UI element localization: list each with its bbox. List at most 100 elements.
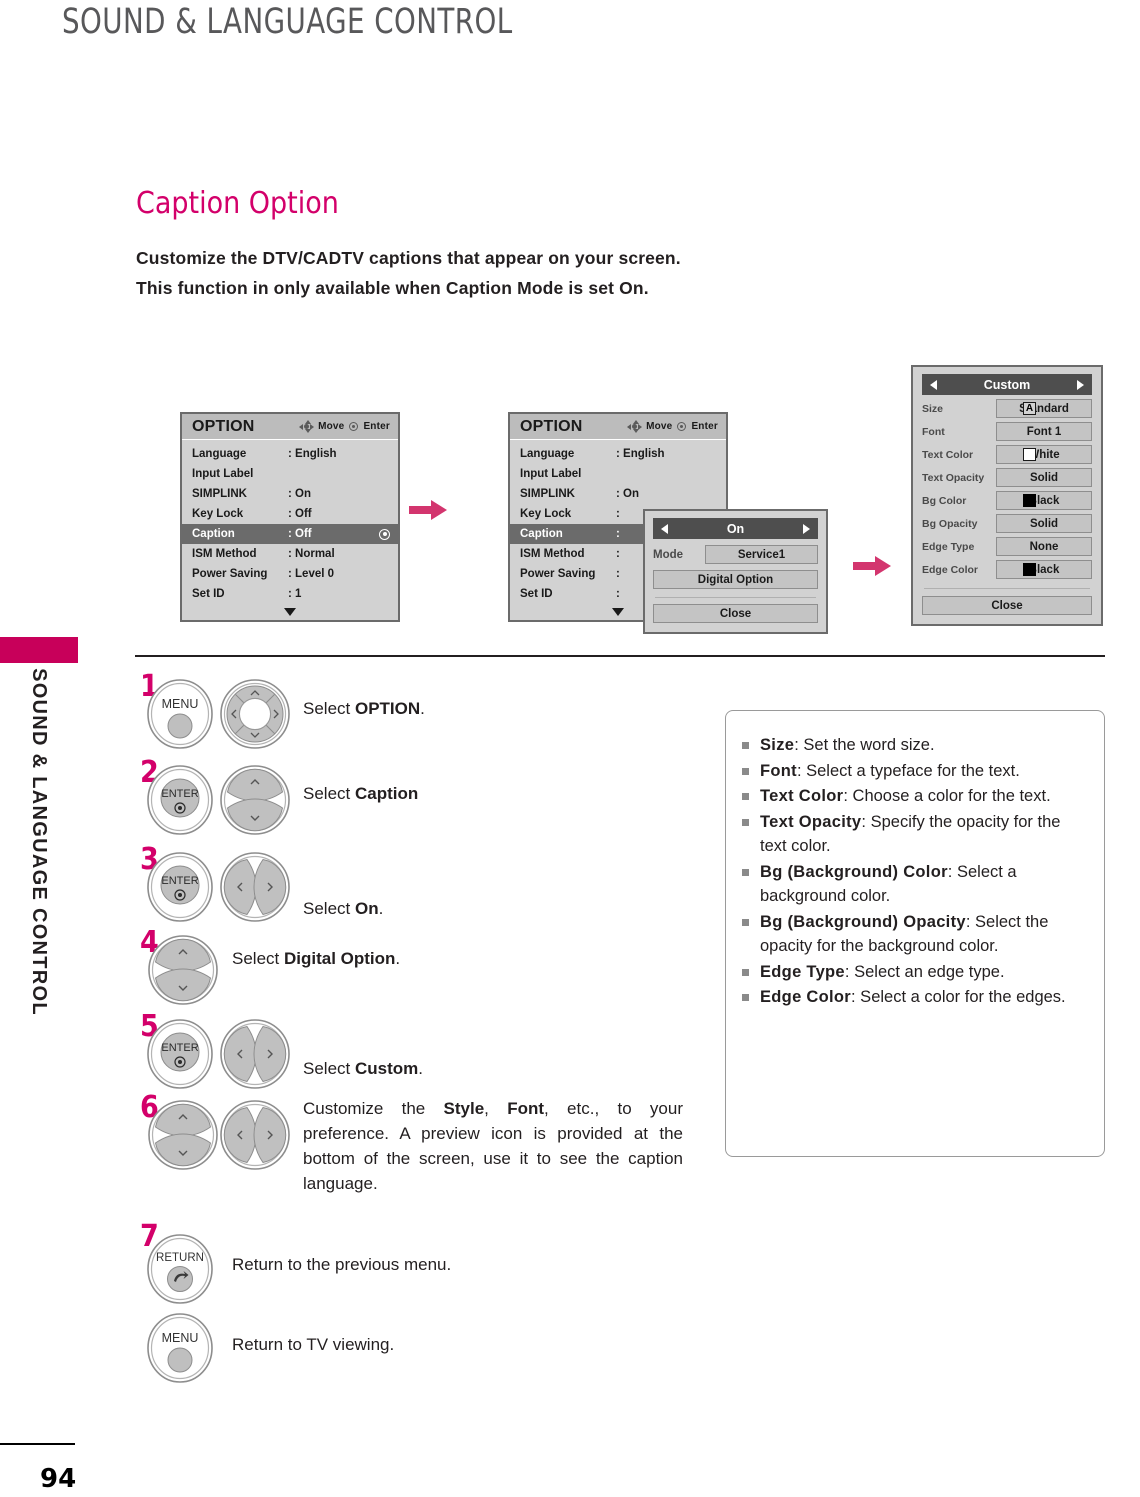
flow-arrow-2-icon: [853, 555, 893, 577]
custom-value-bg-color[interactable]: Black: [996, 491, 1092, 510]
osd1-title: OPTION: [192, 417, 255, 435]
osd1-row-ism-method[interactable]: ISM Method: Normal: [182, 544, 398, 564]
key-updown-6[interactable]: [146, 1099, 220, 1176]
intro-l2-e: .: [643, 278, 649, 298]
osd1-row-input-label[interactable]: Input Label: [182, 464, 398, 484]
arrow-left-icon[interactable]: [930, 379, 937, 390]
custom-label-text-color: Text Color: [922, 448, 974, 461]
osd1-row-caption[interactable]: Caption: Off: [182, 524, 398, 544]
step-2-keyword: Caption: [354, 784, 419, 803]
section-title: Caption Option: [136, 186, 339, 221]
step-2-text: Select Caption: [303, 781, 643, 806]
osd2-move-label: Move: [646, 421, 673, 432]
flow-arrow-1-icon: [409, 499, 449, 521]
step-6-text: Customize the Style, Font, etc., to your…: [303, 1096, 683, 1196]
osd1-row-simplink[interactable]: SIMPLINK: On: [182, 484, 398, 504]
content-divider: [135, 655, 1105, 657]
custom-value-text-color[interactable]: White: [996, 445, 1092, 464]
sidebar-vertical-title: SOUND & LANGUAGE CONTROL: [28, 668, 50, 1016]
caption-mode-value[interactable]: Service1: [705, 545, 818, 564]
key-enter-2[interactable]: ENTER: [146, 764, 214, 841]
custom-value-edge-color[interactable]: Black: [996, 560, 1092, 579]
osd1-header: OPTION Move Enter: [182, 414, 398, 440]
osd1-row-language[interactable]: Language: English: [182, 444, 398, 464]
key-menu-1[interactable]: MENU: [146, 678, 214, 755]
custom-label-font: Font: [922, 425, 945, 438]
step-1-prefix: Select: [303, 699, 355, 718]
info-desc-font: : Select a typeface for the text.: [796, 761, 1020, 780]
osd2-label-power-saving: Power Saving: [520, 568, 596, 580]
key-dpad-1[interactable]: [218, 678, 292, 755]
custom-popup-title-bar: Custom: [922, 374, 1092, 395]
caption-options-info-box: Size: Set the word size. Font: Select a …: [725, 710, 1105, 1157]
intro-l2-caption: Caption: [445, 278, 513, 298]
info-bullet-font: Font: Select a typeface for the text.: [742, 759, 1088, 784]
arrow-left-icon[interactable]: [661, 523, 668, 534]
svg-text:MENU: MENU: [162, 1331, 199, 1345]
step-6-c: ,: [484, 1099, 508, 1118]
font-preview-icon: A: [1023, 402, 1036, 415]
info-bullet-size: Size: Set the word size.: [742, 733, 1088, 758]
osd-option-menu-1: OPTION Move Enter Language: English Inpu…: [180, 412, 400, 622]
caption-close-button[interactable]: Close: [653, 604, 818, 623]
key-leftright-6[interactable]: [218, 1099, 292, 1176]
step-1-suffix: .: [420, 699, 425, 718]
custom-close-button[interactable]: Close: [922, 596, 1092, 615]
osd2-enter-label: Enter: [691, 421, 718, 432]
intro-line-1: Customize the DTV/CADTV captions that ap…: [136, 248, 681, 268]
osd2-label-caption: Caption: [520, 528, 563, 540]
key-leftright-5[interactable]: [218, 1018, 292, 1095]
custom-label-bg-color: Bg Color: [922, 494, 967, 507]
osd1-value-simplink: : On: [288, 488, 311, 500]
custom-label-text-opacity: Text Opacity: [922, 471, 985, 484]
info-desc-size: : Set the word size.: [794, 736, 935, 754]
custom-row-text-color: Text Color White: [922, 445, 1092, 464]
osd1-row-key-lock[interactable]: Key Lock: Off: [182, 504, 398, 524]
step-3-text: Select On.: [303, 896, 643, 921]
digital-option-row: Digital Option: [653, 570, 818, 589]
digital-option-button[interactable]: Digital Option: [653, 570, 818, 589]
custom-value-size[interactable]: A Standard: [996, 399, 1092, 418]
key-leftright-3[interactable]: [218, 851, 292, 928]
custom-value-text-opacity[interactable]: Solid: [996, 468, 1092, 487]
osd2-label-simplink: SIMPLINK: [520, 488, 575, 500]
enter-dot-icon: [677, 422, 687, 431]
info-term-bg-color: Bg (Background) Color: [760, 862, 948, 881]
key-return-7[interactable]: RETURN: [146, 1233, 214, 1310]
osd1-rows: Language: English Input Label SIMPLINK: …: [182, 440, 398, 604]
arrow-right-icon[interactable]: [1077, 379, 1084, 390]
osd1-scroll-down[interactable]: [182, 604, 398, 620]
key-updown-4[interactable]: [146, 934, 220, 1011]
custom-value-edge-type[interactable]: None: [996, 537, 1092, 556]
key-enter-5[interactable]: ENTER: [146, 1018, 214, 1095]
osd1-row-set-id[interactable]: Set ID: 1: [182, 584, 398, 604]
info-bullet-bg-color: Bg (Background) Color: Select a backgrou…: [742, 860, 1088, 909]
custom-label-edge-type: Edge Type: [922, 540, 975, 553]
caption-popup-title-bar: On: [653, 518, 818, 539]
custom-row-edge-type: Edge Type None: [922, 537, 1092, 556]
step-3-suffix: .: [378, 899, 384, 918]
info-bullet-text-color: Text Color: Choose a color for the text.: [742, 784, 1088, 809]
page-number: 94: [40, 1464, 77, 1494]
custom-value-font[interactable]: Font 1: [996, 422, 1092, 441]
custom-row-size: Size A Standard: [922, 399, 1092, 418]
arrow-right-icon[interactable]: [802, 523, 810, 534]
osd1-label-ism-method: ISM Method: [192, 548, 257, 560]
osd2-title: OPTION: [520, 417, 583, 435]
osd2-row-language[interactable]: Language: English: [510, 444, 726, 464]
osd1-label-language: Language: [192, 448, 247, 460]
key-menu-last[interactable]: MENU: [146, 1312, 214, 1389]
svg-text:ENTER: ENTER: [161, 875, 198, 887]
osd2-row-input-label[interactable]: Input Label: [510, 464, 726, 484]
key-updown-2[interactable]: [218, 764, 292, 841]
info-bullet-text-opacity: Text Opacity: Specify the opacity for th…: [742, 810, 1088, 859]
osd2-row-simplink[interactable]: SIMPLINK: On: [510, 484, 726, 504]
chevron-down-icon: [284, 608, 296, 616]
key-enter-3[interactable]: ENTER: [146, 851, 214, 928]
svg-text:RETURN: RETURN: [156, 1252, 204, 1264]
intro-line-2: This function in only available when Cap…: [136, 273, 681, 303]
caption-mode-row: Mode Service1: [653, 545, 818, 564]
custom-value-bg-opacity[interactable]: Solid: [996, 514, 1092, 533]
osd1-row-power-saving[interactable]: Power Saving: Level 0: [182, 564, 398, 584]
page-title: SOUND & LANGUAGE CONTROL: [62, 2, 513, 42]
